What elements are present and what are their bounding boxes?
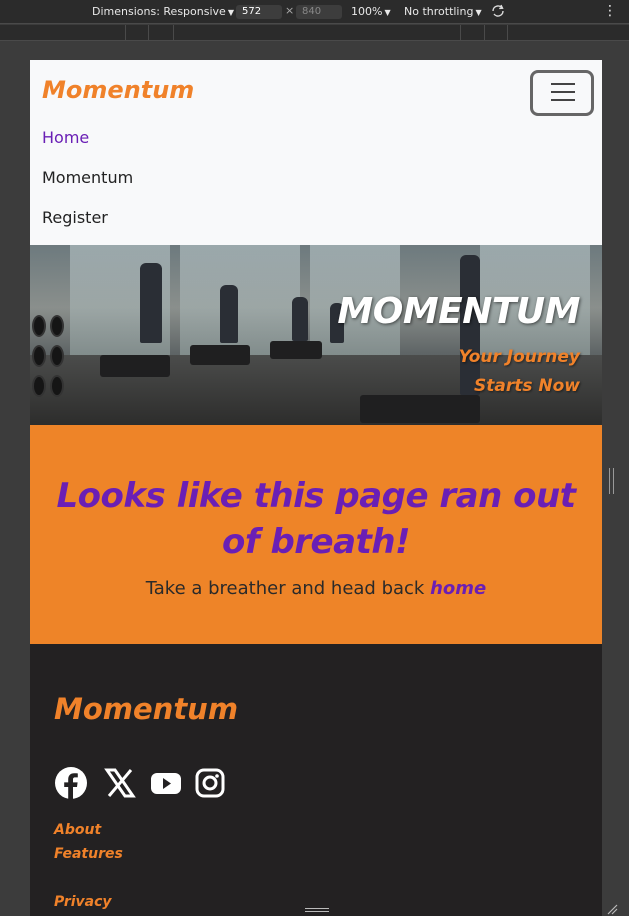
footer-link-privacy[interactable]: Privacy xyxy=(54,894,112,910)
hero-banner: MOMENTUM Your Journey Starts Now xyxy=(30,245,602,425)
dimensions-label: Dimensions: Responsive xyxy=(92,5,226,18)
hero-title: MOMENTUM xyxy=(337,291,580,332)
footer: Momentum About Features Privacy xyxy=(30,644,602,916)
throttling-label: No throttling xyxy=(404,5,474,18)
chevron-down-icon: ▼ xyxy=(227,8,234,17)
chevron-down-icon: ▼ xyxy=(475,8,482,17)
navbar-brand[interactable]: Momentum xyxy=(42,76,194,104)
nav-link-momentum[interactable]: Momentum xyxy=(42,168,133,187)
zoom-dropdown[interactable]: 100% ▼ xyxy=(351,5,391,18)
footer-brand: Momentum xyxy=(54,692,239,726)
device-viewport: Momentum Home Momentum Register MOMENTUM… xyxy=(30,60,602,916)
footer-link-about[interactable]: About xyxy=(54,822,101,838)
instagram-icon[interactable] xyxy=(194,766,226,802)
more-options-icon[interactable]: ⋮ xyxy=(603,3,617,19)
youtube-icon[interactable] xyxy=(150,766,182,802)
resize-handle-corner[interactable] xyxy=(606,902,618,915)
error-message-section: Looks like this page ran out of breath! … xyxy=(30,425,602,644)
rotate-icon[interactable] xyxy=(490,3,506,22)
resize-handle-right[interactable] xyxy=(609,468,614,494)
navbar: Momentum Home Momentum Register xyxy=(30,60,602,245)
devtools-device-toolbar: Dimensions: Responsive ▼ 572 × 840 100% ▼ … xyxy=(0,0,629,24)
height-input[interactable]: 840 xyxy=(296,5,342,19)
facebook-icon[interactable] xyxy=(54,766,88,802)
chevron-down-icon: ▼ xyxy=(384,8,391,17)
times-icon: × xyxy=(285,4,295,17)
error-text-body: Take a breather and head back xyxy=(145,578,425,599)
nav-link-home[interactable]: Home xyxy=(42,128,89,147)
navbar-toggler-button[interactable] xyxy=(530,70,594,116)
hero-subtitle-line2: Starts Now xyxy=(473,376,580,396)
dimensions-dropdown[interactable]: Dimensions: Responsive ▼ xyxy=(92,5,234,18)
throttling-dropdown[interactable]: No throttling ▼ xyxy=(404,5,482,18)
hero-subtitle: Your Journey Starts Now xyxy=(459,343,580,401)
nav-link-register[interactable]: Register xyxy=(42,208,108,227)
hero-subtitle-line1: Your Journey xyxy=(458,347,580,367)
footer-link-features[interactable]: Features xyxy=(54,846,123,862)
error-text: Take a breather and head back home xyxy=(30,578,602,599)
media-query-ruler xyxy=(0,25,629,41)
x-twitter-icon[interactable] xyxy=(104,766,136,802)
resize-handle-bottom[interactable] xyxy=(305,908,329,912)
zoom-label: 100% xyxy=(351,5,383,18)
home-link[interactable]: home xyxy=(430,578,486,599)
error-title: Looks like this page ran out of breath! xyxy=(56,476,576,562)
width-input[interactable]: 572 xyxy=(236,5,282,19)
hamburger-icon xyxy=(551,83,575,85)
